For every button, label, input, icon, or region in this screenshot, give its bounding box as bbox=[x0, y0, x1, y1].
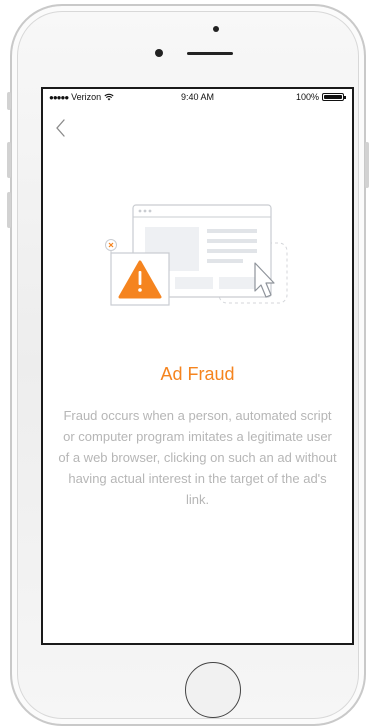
app-screen: ●●●●● Verizon 9:40 AM 100% Ad Fraud Frau… bbox=[41, 87, 354, 645]
power-button bbox=[365, 142, 369, 188]
volume-up-button bbox=[7, 142, 11, 178]
front-camera bbox=[213, 26, 219, 32]
home-button[interactable] bbox=[185, 662, 241, 718]
volume-down-button bbox=[7, 192, 11, 228]
page-title: Ad Fraud bbox=[160, 364, 235, 384]
status-bar: ●●●●● Verizon 9:40 AM 100% bbox=[43, 89, 352, 105]
back-chevron-icon[interactable] bbox=[53, 117, 69, 139]
page-description: Fraud occurs when a person, automated sc… bbox=[58, 408, 337, 507]
earpiece-speaker bbox=[187, 52, 233, 55]
ad-fraud-illustration bbox=[105, 204, 288, 306]
battery-percent: 100% bbox=[295, 92, 319, 102]
proximity-sensor bbox=[155, 49, 163, 57]
battery-icon bbox=[322, 93, 346, 101]
warning-ad-card bbox=[110, 252, 170, 306]
status-right: 100% bbox=[295, 92, 346, 102]
mute-switch bbox=[7, 92, 11, 110]
